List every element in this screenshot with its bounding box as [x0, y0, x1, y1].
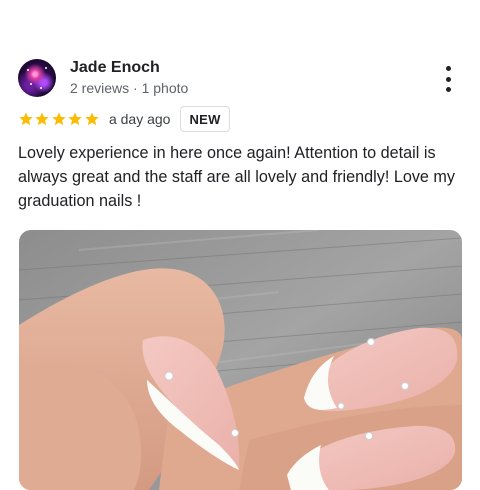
author-name[interactable]: Jade Enoch: [70, 59, 160, 77]
star-icon: [19, 112, 33, 126]
more-options-button[interactable]: [436, 66, 460, 92]
review-time: a day ago: [108, 111, 171, 127]
avatar-sparkle: [27, 69, 29, 71]
author-avatar[interactable]: [18, 59, 56, 97]
star-icon: [84, 112, 99, 126]
more-vert-icon-dot: [445, 66, 451, 71]
avatar-sparkle: [30, 83, 32, 85]
new-badge: NEW: [180, 106, 230, 132]
star-icon: [35, 112, 50, 126]
rating-row: a day ago NEW: [18, 106, 230, 132]
review-photo[interactable]: [19, 230, 462, 490]
review-text: Lovely experience in here once again! At…: [18, 144, 455, 210]
star-icon: [68, 112, 82, 126]
more-vert-icon-dot: [445, 87, 451, 92]
avatar-sparkle: [40, 87, 42, 89]
star-icon: [52, 112, 66, 126]
author-meta: 2 reviews · 1 photo: [70, 80, 189, 96]
avatar-sparkle: [45, 67, 47, 69]
star-rating: [18, 111, 100, 127]
more-vert-icon-dot: [445, 76, 451, 82]
review-card: Jade Enoch 2 reviews · 1 photo a day ago…: [0, 0, 480, 490]
nails-photo: [19, 230, 462, 490]
